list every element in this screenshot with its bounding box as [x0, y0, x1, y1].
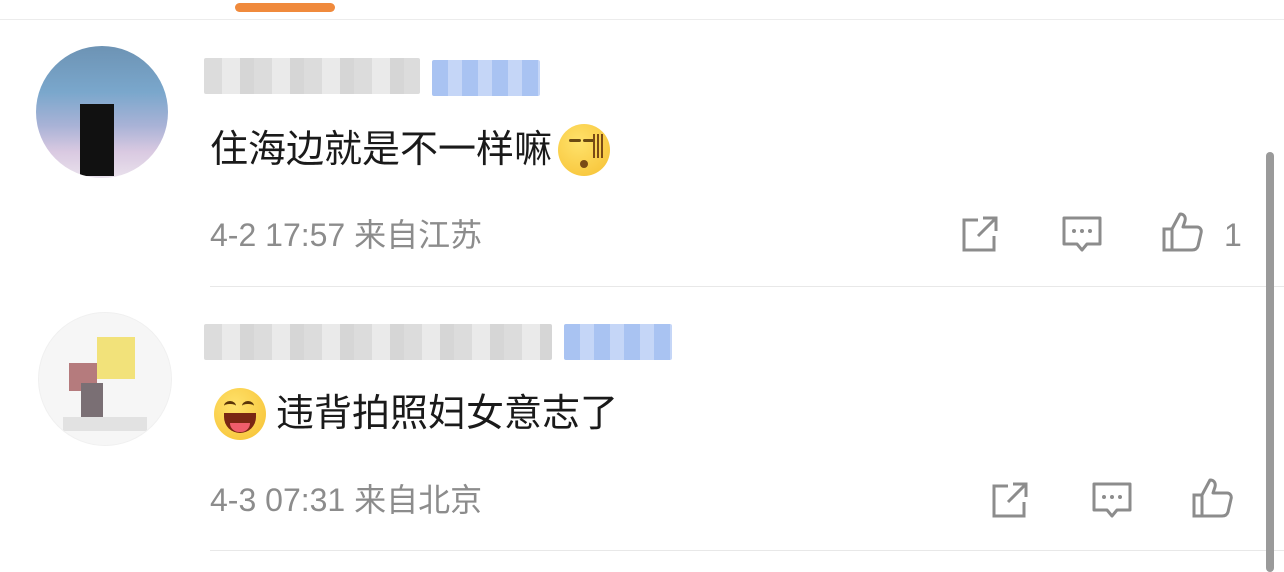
comment-text: 违背拍照妇女意志了	[214, 388, 618, 440]
avatar[interactable]	[38, 312, 172, 446]
comment-meta: 4-2 17:57 来自江苏	[210, 217, 483, 253]
like-button[interactable]	[1190, 476, 1234, 520]
comment-text: 住海边就是不一样嘛	[210, 124, 611, 176]
scrollbar[interactable]	[1266, 152, 1274, 572]
comment-icon	[1092, 482, 1132, 518]
username-redacted[interactable]	[204, 58, 420, 94]
comment-button[interactable]	[1090, 478, 1134, 522]
share-button[interactable]	[988, 478, 1032, 522]
comment-divider	[210, 550, 1284, 551]
comment-button[interactable]	[1060, 212, 1104, 256]
comment-divider	[210, 286, 1284, 287]
username-redacted[interactable]	[204, 324, 552, 360]
share-icon	[962, 216, 998, 252]
share-icon	[992, 482, 1028, 518]
user-badge	[432, 60, 540, 96]
like-button[interactable]	[1160, 210, 1204, 254]
comment-icon	[1062, 216, 1102, 252]
user-badge	[564, 324, 672, 360]
hum-emoji-icon	[558, 124, 611, 176]
comment-text-content: 住海边就是不一样嘛	[210, 129, 553, 171]
laugh-emoji-icon	[214, 388, 266, 440]
like-count: 1	[1224, 217, 1242, 253]
thumbs-up-icon	[1162, 212, 1203, 252]
active-tab-indicator	[235, 3, 335, 12]
comment-meta: 4-3 07:31 来自北京	[210, 482, 483, 518]
thumbs-up-icon	[1192, 478, 1233, 518]
avatar[interactable]	[36, 46, 168, 178]
top-divider	[0, 19, 1284, 20]
share-button[interactable]	[958, 212, 1002, 256]
comment-text-content: 违背拍照妇女意志了	[276, 393, 619, 435]
